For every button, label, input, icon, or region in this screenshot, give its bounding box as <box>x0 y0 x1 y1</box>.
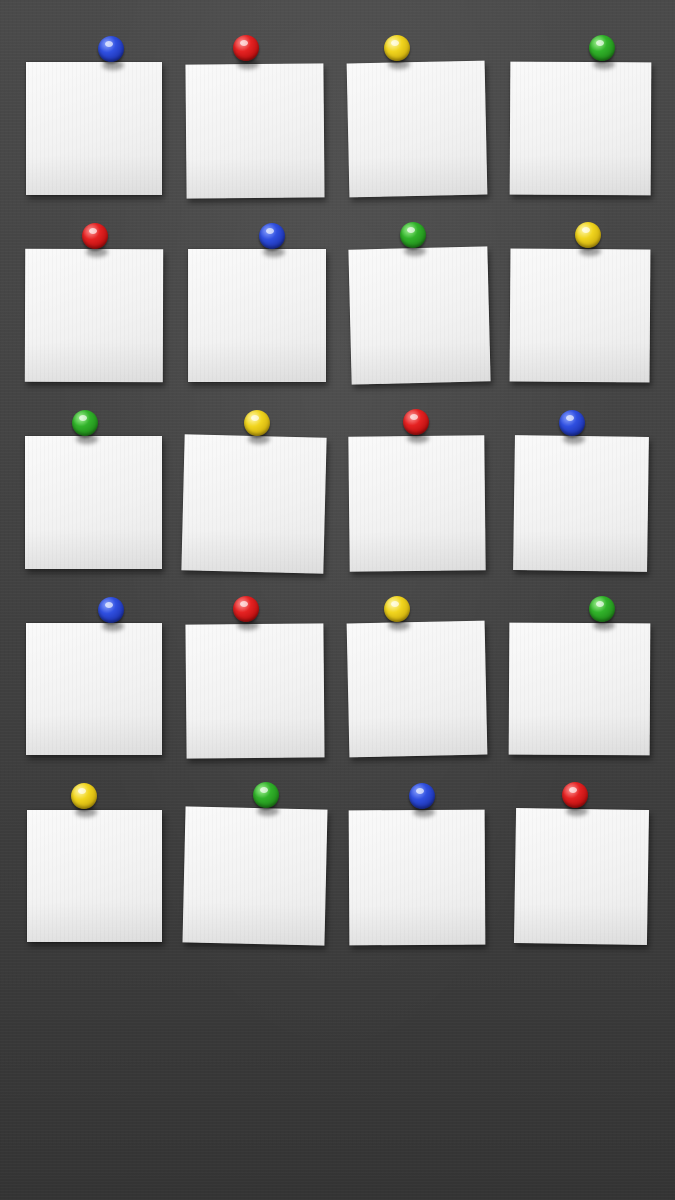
red-pushpin-icon <box>560 782 590 816</box>
blue-pushpin-icon <box>257 223 287 257</box>
sticky-note <box>509 248 651 383</box>
blue-pushpin-icon <box>557 410 587 444</box>
green-pushpin-icon <box>70 410 100 444</box>
blue-pushpin-icon <box>96 36 126 70</box>
green-pushpin-icon <box>587 596 617 630</box>
pushpin-board <box>0 0 675 1200</box>
sticky-note <box>348 809 486 946</box>
sticky-note <box>348 246 491 385</box>
blue-pushpin-icon <box>96 597 126 631</box>
yellow-pushpin-icon <box>573 222 603 256</box>
sticky-note <box>346 620 488 758</box>
sticky-note <box>185 63 325 199</box>
sticky-note <box>26 623 162 755</box>
green-pushpin-icon <box>398 222 428 256</box>
yellow-pushpin-icon <box>382 35 412 69</box>
green-pushpin-icon <box>587 35 617 69</box>
sticky-note <box>24 248 164 383</box>
sticky-note <box>25 436 162 569</box>
sticky-note <box>188 249 326 382</box>
blue-pushpin-icon <box>407 783 437 817</box>
yellow-pushpin-icon <box>242 410 272 444</box>
red-pushpin-icon <box>80 223 110 257</box>
sticky-note <box>509 61 652 196</box>
sticky-note <box>513 807 650 946</box>
red-pushpin-icon <box>401 409 431 443</box>
sticky-note <box>181 434 327 574</box>
sticky-note <box>27 810 162 942</box>
red-pushpin-icon <box>231 596 261 630</box>
sticky-note <box>513 435 649 572</box>
sticky-note <box>182 806 328 946</box>
green-pushpin-icon <box>251 782 281 816</box>
yellow-pushpin-icon <box>69 783 99 817</box>
sticky-note <box>346 60 488 198</box>
sticky-note <box>26 62 162 195</box>
sticky-note <box>185 623 325 759</box>
sticky-note <box>508 622 651 756</box>
red-pushpin-icon <box>231 35 261 69</box>
yellow-pushpin-icon <box>382 596 412 630</box>
sticky-note <box>348 435 486 572</box>
